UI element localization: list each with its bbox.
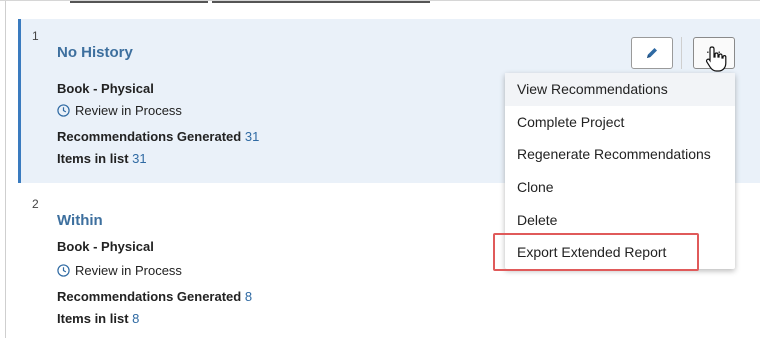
item-items-count: Items in list 8 (57, 311, 140, 326)
status-text: Review in Process (75, 263, 182, 278)
item-format: Book - Physical (57, 239, 154, 254)
item-title[interactable]: Within (57, 212, 103, 229)
item-items-count: Items in list 31 (57, 151, 147, 166)
item-recommendations: Recommendations Generated 8 (57, 289, 253, 304)
status-text: Review in Process (75, 103, 182, 118)
clock-icon (57, 264, 70, 277)
menu-item-view-recommendations[interactable]: View Recommendations (505, 73, 735, 106)
button-divider (681, 37, 682, 69)
menu-item-delete[interactable]: Delete (505, 203, 735, 236)
item-index: 1 (32, 29, 39, 43)
item-status: Review in Process (57, 263, 182, 278)
left-border (5, 1, 6, 338)
highlight-box (493, 233, 699, 271)
page: 1 No History Book - Physical Review in P… (0, 0, 760, 338)
item-format: Book - Physical (57, 81, 154, 96)
item-recommendations: Recommendations Generated 31 (57, 129, 260, 144)
clock-icon (57, 104, 70, 117)
item-title[interactable]: No History (57, 44, 133, 61)
menu-item-clone[interactable]: Clone (505, 171, 735, 204)
edit-button[interactable] (631, 37, 673, 69)
item-index: 2 (32, 197, 39, 211)
item-status: Review in Process (57, 103, 182, 118)
pencil-icon (647, 48, 657, 58)
hand-cursor-icon (705, 46, 727, 72)
menu-item-complete-project[interactable]: Complete Project (505, 106, 735, 139)
menu-item-regenerate-recommendations[interactable]: Regenerate Recommendations (505, 138, 735, 171)
